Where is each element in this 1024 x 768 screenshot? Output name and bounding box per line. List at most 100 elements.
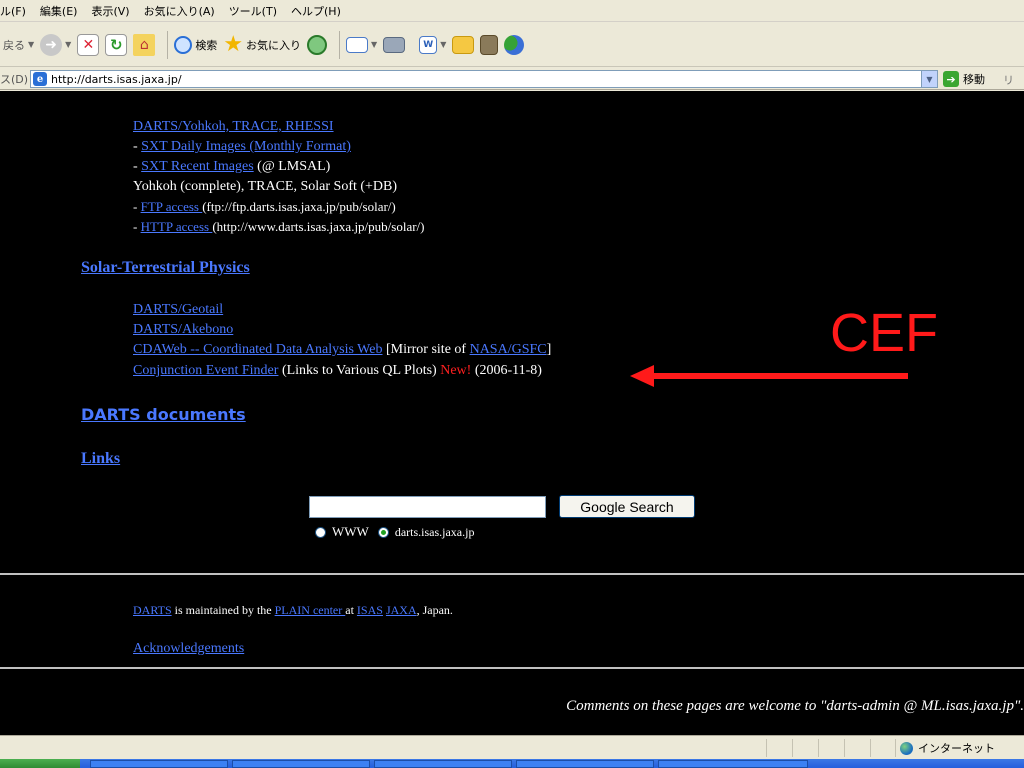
stp-heading: Solar-Terrestrial Physics (81, 259, 250, 277)
address-label: ス(D) (0, 72, 29, 86)
ftp-url-text: (ftp://ftp.darts.isas.jaxa.jp/pub/solar/… (202, 199, 396, 214)
radio-site-label: darts.isas.jaxa.jp (394, 524, 475, 539)
back-label: 戻る (3, 38, 25, 52)
cdaweb-link[interactable]: CDAWeb -- Coordinated Data Analysis Web (133, 342, 382, 357)
status-pane (792, 739, 793, 757)
menu-tools[interactable]: ツール(T) (222, 3, 284, 19)
cef-description: (Links to Various QL Plots) (278, 363, 441, 378)
radio-www-label: WWW (332, 524, 369, 539)
home-icon: ⌂ (133, 33, 156, 56)
address-dropdown-icon[interactable]: ▼ (921, 71, 937, 87)
history-icon (307, 34, 328, 55)
maintained-text: is maintained by the (171, 603, 275, 617)
mail-button[interactable]: ▼ (346, 28, 377, 62)
windows-taskbar (0, 759, 1024, 768)
isas-link[interactable]: ISAS (357, 603, 383, 617)
stop-icon: ✕ (77, 33, 100, 56)
search-label: 検索 (195, 38, 218, 52)
radio-www[interactable] (315, 526, 326, 538)
documents-heading: DARTS documents (81, 405, 246, 424)
status-pane (870, 739, 871, 757)
refresh-button[interactable]: ↻ (105, 28, 128, 62)
list-dash: - (133, 199, 141, 214)
favorites-star-icon: ★ (223, 31, 244, 57)
darts-documents-link[interactable]: DARTS documents (81, 405, 246, 424)
address-bar: ス(D) e http://darts.isas.jaxa.jp/ ▼ ➔ 移動… (0, 68, 1024, 103)
links-heading: Links (81, 450, 120, 468)
edit-button[interactable]: W ▼ (419, 28, 446, 62)
google-search-input[interactable] (309, 496, 546, 518)
jaxa-link[interactable]: JAXA (386, 603, 417, 617)
akebono-link[interactable]: DARTS/Akebono (133, 322, 233, 337)
toolbar-separator (339, 30, 341, 59)
home-button[interactable]: ⌂ (133, 28, 156, 62)
google-search-button[interactable]: Google Search (559, 495, 695, 518)
taskbar-button[interactable] (516, 760, 654, 768)
edit-icon: W (419, 35, 438, 54)
search-scope-options: WWW darts.isas.jaxa.jp (315, 524, 483, 540)
stp-heading-link[interactable]: Solar-Terrestrial Physics (81, 259, 250, 276)
sxt-recent-link[interactable]: SXT Recent Images (141, 159, 254, 174)
menu-favorites[interactable]: お気に入り(A) (137, 3, 222, 19)
annotation-arrow-shaft (648, 373, 908, 379)
go-label: 移動 (963, 73, 985, 86)
page-content: DARTS/Yohkoh, TRACE, RHESSI - SXT Daily … (0, 91, 1024, 735)
research-button[interactable] (480, 28, 499, 62)
cef-row: Conjunction Event Finder (Links to Vario… (133, 362, 542, 380)
favorites-button[interactable]: ★ お気に入り (223, 28, 301, 62)
geotail-row: DARTS/Geotail (133, 301, 223, 319)
acknowledgements-row: Acknowledgements (133, 641, 244, 657)
taskbar-button[interactable] (90, 760, 228, 768)
status-bar: インターネット (0, 735, 1024, 759)
forward-button[interactable]: ➜ ▼ (40, 28, 71, 62)
status-pane (844, 739, 845, 757)
japan-text: , Japan. (416, 603, 453, 617)
start-button[interactable] (0, 759, 80, 768)
geotail-link[interactable]: DARTS/Geotail (133, 302, 223, 317)
solar-section: DARTS/Yohkoh, TRACE, RHESSI (133, 118, 334, 136)
print-button[interactable] (383, 28, 406, 62)
messenger-icon (504, 34, 525, 55)
acknowledgements-link[interactable]: Acknowledgements (133, 641, 244, 656)
taskbar-button[interactable] (232, 760, 370, 768)
cef-annotation-label: CEF (830, 303, 938, 363)
back-button[interactable]: 戻る ▼ (0, 28, 34, 62)
status-pane (895, 739, 896, 757)
sxt-daily-row: - SXT Daily Images (Monthly Format) (133, 138, 351, 156)
folder-button[interactable] (452, 28, 475, 62)
menu-help[interactable]: ヘルプ(H) (284, 3, 348, 19)
zone-label: インターネット (918, 742, 995, 755)
links-link[interactable]: Links (81, 450, 120, 467)
go-button[interactable]: ➔ 移動 (943, 71, 985, 87)
edit-dropdown-icon[interactable]: ▼ (440, 40, 446, 49)
menu-view[interactable]: 表示(V) (84, 3, 136, 19)
plain-center-link[interactable]: PLAIN center (275, 603, 346, 617)
sxt-daily-link[interactable]: SXT Daily Images (Monthly Format) (141, 139, 351, 154)
mail-dropdown-icon[interactable]: ▼ (371, 40, 377, 49)
yohkoh-link[interactable]: DARTS/Yohkoh, TRACE, RHESSI (133, 119, 334, 134)
cef-link[interactable]: Conjunction Event Finder (133, 363, 278, 378)
nasa-gsfc-link[interactable]: NASA/GSFC (470, 342, 547, 357)
print-icon (383, 36, 406, 53)
back-dropdown-icon[interactable]: ▼ (28, 40, 34, 49)
mirror-close: ] (546, 342, 552, 357)
forward-dropdown-icon[interactable]: ▼ (65, 40, 71, 49)
menu-bar: ル(F) 編集(E) 表示(V) お気に入り(A) ツール(T) ヘルプ(H) (0, 0, 1024, 22)
comments-text: Comments on these pages are welcome to "… (566, 698, 1024, 714)
search-icon (174, 35, 193, 54)
address-input[interactable]: e http://darts.isas.jaxa.jp/ ▼ (30, 70, 938, 88)
taskbar-button[interactable] (658, 760, 808, 768)
http-access-link[interactable]: HTTP access (141, 219, 213, 234)
radio-site[interactable] (377, 526, 389, 538)
menu-file[interactable]: ル(F) (0, 3, 33, 19)
history-button[interactable] (307, 28, 328, 62)
http-url-text: (http://www.darts.isas.jaxa.jp/pub/solar… (212, 219, 425, 234)
at-text: at (345, 603, 357, 617)
search-button[interactable]: 検索 (174, 28, 217, 62)
menu-edit[interactable]: 編集(E) (33, 3, 85, 19)
messenger-button[interactable] (504, 28, 525, 62)
ftp-access-link[interactable]: FTP access (141, 199, 203, 214)
taskbar-button[interactable] (374, 760, 512, 768)
stop-button[interactable]: ✕ (77, 28, 100, 62)
darts-link[interactable]: DARTS (133, 603, 172, 617)
